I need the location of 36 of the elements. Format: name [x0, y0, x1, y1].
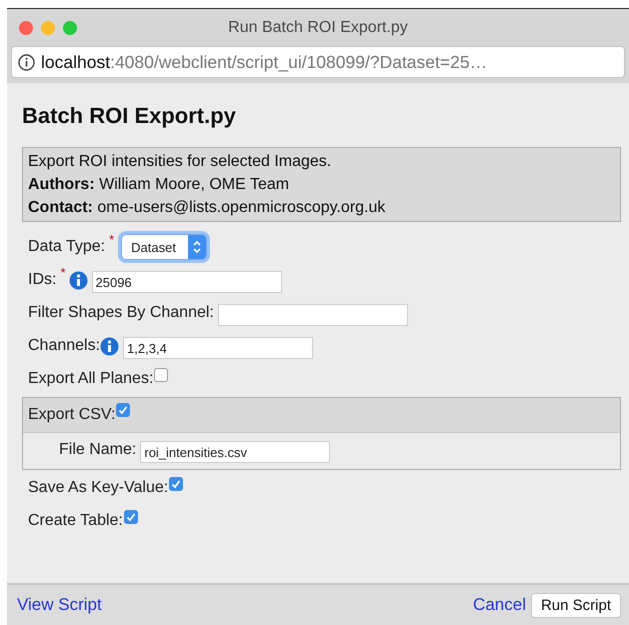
close-button[interactable] [19, 20, 33, 34]
url-path: :4080/webclient/script_ui/108099/?Dataset=25… [110, 52, 488, 72]
checkbox[interactable] [154, 368, 168, 382]
input-field[interactable]: 25096 [92, 271, 282, 293]
input-field[interactable]: 1,2,3,4 [123, 337, 314, 359]
field-label: Filter Shapes By Channel: [28, 304, 214, 322]
script-title: Batch ROI Export.py [22, 103, 237, 129]
window-title: Run Batch ROI Export.py [228, 18, 408, 36]
field-label: IDs: [28, 271, 56, 289]
checkbox[interactable] [169, 477, 184, 491]
field-label: Export All Planes: [28, 370, 154, 388]
field-label: File Name: [59, 441, 136, 459]
field-label: Save As Key-Value: [28, 479, 168, 497]
info-icon[interactable] [18, 54, 35, 70]
checkbox[interactable] [124, 510, 138, 524]
select-arrows-icon [192, 240, 202, 254]
view-script-link[interactable]: View Script [17, 595, 102, 615]
input-field[interactable]: roi_intensities.csv [140, 441, 330, 463]
required-mark: * [109, 232, 114, 247]
description-line: Contact: ome-users@lists.openmicroscopy.org.uk [28, 198, 386, 218]
description-line: Export ROI intensities for selected Images. [28, 152, 332, 172]
address-bar[interactable]: localhost:4080/webclient/script_ui/108099/?Dataset=25… [11, 46, 625, 78]
info-icon[interactable] [68, 270, 88, 290]
cancel-link[interactable]: Cancel [473, 595, 526, 615]
data-type-select[interactable]: Dataset [121, 234, 207, 260]
field-label: Data Type: [28, 238, 106, 256]
description-line: Authors: William Moore, OME Team [28, 175, 290, 195]
run-script-button[interactable]: Run Script [530, 592, 621, 618]
checkbox[interactable] [116, 403, 130, 417]
required-mark: * [60, 265, 66, 280]
field-label: Create Table: [28, 512, 123, 530]
field-label: Export CSV: [28, 406, 116, 424]
input-field[interactable] [218, 304, 408, 326]
info-icon[interactable] [100, 336, 120, 356]
field-label: Channels: [28, 337, 100, 355]
url-host: localhost [41, 52, 110, 72]
